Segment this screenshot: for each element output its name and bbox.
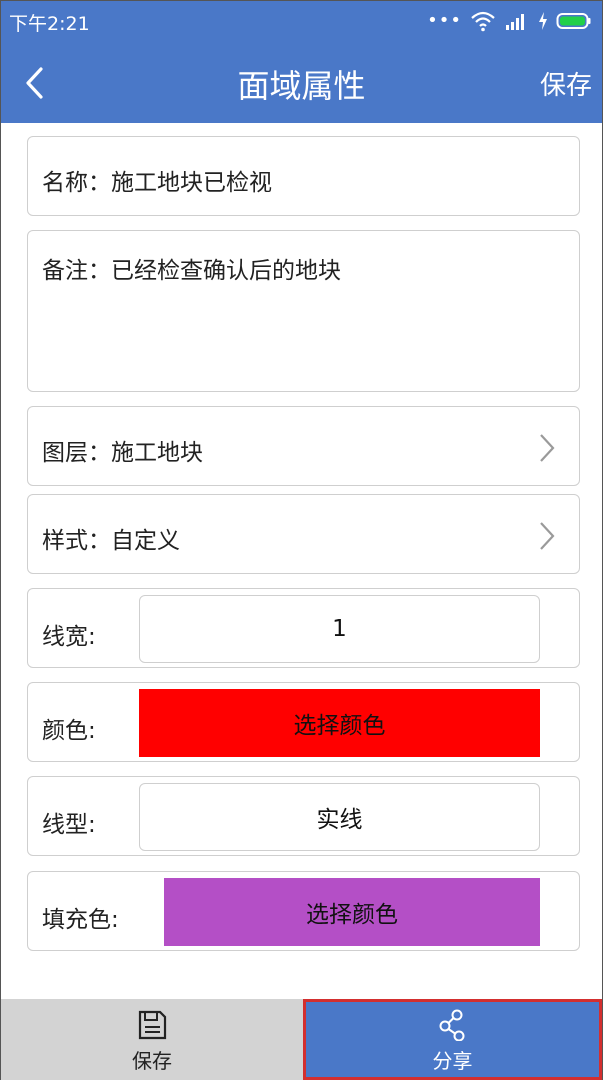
charging-bolt-icon xyxy=(539,12,547,30)
share-icon xyxy=(439,1009,464,1041)
layer-row[interactable]: 图层：施工地块 xyxy=(27,406,580,486)
line-width-input[interactable]: 1 xyxy=(139,595,540,663)
line-type-select[interactable]: 实线 xyxy=(139,783,540,851)
chevron-right-icon xyxy=(540,434,555,462)
color-row: 颜色: 选择颜色 xyxy=(27,682,580,762)
line-width-row: 线宽: 1 xyxy=(27,588,580,668)
wifi-icon xyxy=(471,11,495,32)
battery-icon xyxy=(556,13,591,29)
bottom-save-button[interactable]: 保存 xyxy=(1,999,303,1080)
line-width-label: 线宽: xyxy=(42,624,96,650)
note-text: 备注：已经检查确认后的地块 xyxy=(42,258,341,284)
select-color-button[interactable]: 选择颜色 xyxy=(139,689,540,757)
line-type-label: 线型: xyxy=(42,812,96,838)
layer-text: 图层：施工地块 xyxy=(42,440,203,466)
fill-color-row: 填充色: 选择颜色 xyxy=(27,871,580,951)
share-button[interactable]: 分享 xyxy=(303,999,602,1080)
style-text: 样式：自定义 xyxy=(42,528,180,554)
status-time: 下午2:21 xyxy=(9,13,90,35)
chevron-right-icon xyxy=(540,522,555,550)
floppy-disk-icon xyxy=(138,1010,167,1040)
more-dots-icon: ••• xyxy=(427,10,462,31)
name-text: 名称：施工地块已检视 xyxy=(42,170,272,196)
status-bar: 下午2:21 ••• xyxy=(1,1,602,43)
share-label: 分享 xyxy=(432,1049,473,1073)
signal-icon xyxy=(506,14,524,30)
note-field[interactable]: 备注：已经检查确认后的地块 xyxy=(27,230,580,392)
save-button[interactable]: 保存 xyxy=(540,65,592,102)
color-label: 颜色: xyxy=(42,718,96,744)
line-type-row: 线型: 实线 xyxy=(27,776,580,856)
style-row[interactable]: 样式：自定义 xyxy=(27,494,580,574)
title-bar: 面域属性 保存 xyxy=(1,43,602,123)
name-field[interactable]: 名称：施工地块已检视 xyxy=(27,136,580,216)
status-icons: ••• xyxy=(427,9,592,33)
page-title: 面域属性 xyxy=(237,67,366,105)
bottom-save-label: 保存 xyxy=(132,1049,172,1073)
select-fill-color-button[interactable]: 选择颜色 xyxy=(164,878,540,946)
fill-color-label: 填充色: xyxy=(42,907,119,933)
